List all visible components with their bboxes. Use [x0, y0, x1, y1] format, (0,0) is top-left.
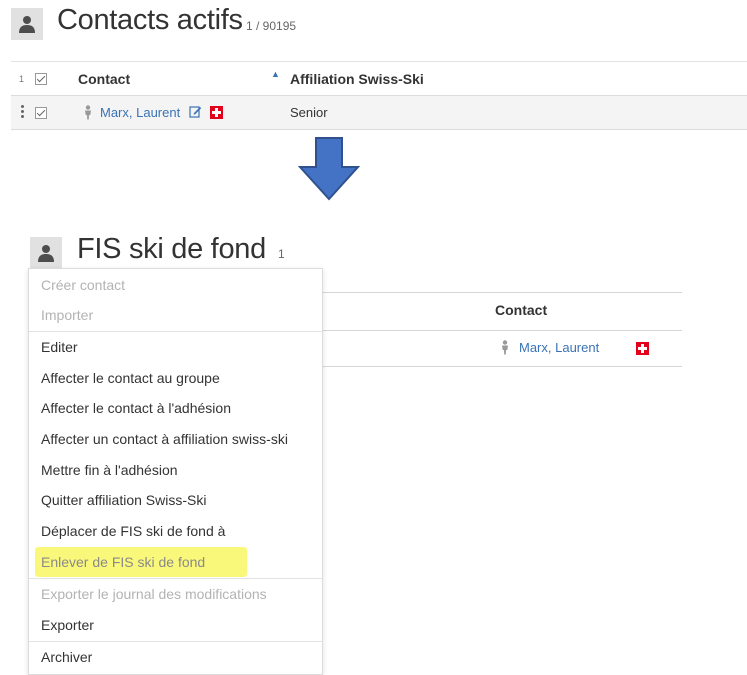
- person-icon: [502, 340, 508, 355]
- swiss-flag-icon: [636, 342, 649, 355]
- page-title: Contacts actifs: [57, 4, 243, 36]
- sort-asc-icon[interactable]: ▲: [271, 69, 280, 79]
- kebab-menu-icon[interactable]: [21, 105, 24, 120]
- page-title: FIS ski de fond: [77, 233, 266, 265]
- table-row[interactable]: Marx, Laurent Senior: [11, 96, 747, 130]
- menu-item-export[interactable]: Exporter: [29, 610, 322, 640]
- avatar: [30, 237, 62, 269]
- edit-icon[interactable]: [189, 105, 202, 118]
- menu-item-assign-membership[interactable]: Affecter le contact à l'adhésion: [29, 393, 322, 423]
- table-header-bottom-border: [322, 330, 682, 331]
- menu-item-assign-group[interactable]: Affecter le contact au groupe: [29, 363, 322, 393]
- affiliation-cell: Senior: [290, 105, 328, 120]
- user-silhouette-icon: [19, 16, 35, 33]
- avatar: [11, 8, 43, 40]
- selected-count: 1: [19, 74, 25, 84]
- record-count: 1: [278, 247, 285, 261]
- record-count: 1 / 90195: [246, 19, 297, 33]
- menu-item-move-group[interactable]: Déplacer de FIS ski de fond à: [29, 516, 322, 546]
- arrow-down-icon: [298, 137, 360, 201]
- contact-link[interactable]: Marx, Laurent: [100, 105, 180, 120]
- column-header-affiliation[interactable]: Affiliation Swiss-Ski: [290, 71, 424, 87]
- menu-item-import: Importer: [41, 307, 94, 323]
- menu-item-create-contact: Créer contact: [41, 277, 126, 293]
- context-menu: Créer contact Importer Editer Affecter l…: [28, 268, 323, 675]
- select-all-checkbox[interactable]: [35, 73, 47, 85]
- table-row-bottom-border: [322, 366, 682, 367]
- menu-item-assign-swiss-ski[interactable]: Affecter un contact à affiliation swiss-…: [29, 424, 322, 454]
- table-header-top-border: [322, 292, 682, 293]
- user-silhouette-icon: [38, 245, 54, 262]
- person-icon: [85, 105, 91, 120]
- contact-link[interactable]: Marx, Laurent: [519, 340, 599, 355]
- swiss-flag-icon: [210, 106, 223, 119]
- menu-item-edit[interactable]: Editer: [29, 332, 322, 362]
- menu-item-export-changelog: Exporter le journal des modifications: [41, 586, 267, 602]
- menu-item-leave-swiss-ski[interactable]: Quitter affiliation Swiss-Ski: [29, 485, 322, 515]
- column-header-contact[interactable]: Contact: [495, 302, 547, 318]
- row-checkbox[interactable]: [35, 107, 47, 119]
- menu-item-end-membership[interactable]: Mettre fin à l'adhésion: [29, 455, 322, 485]
- menu-item-remove-from-group[interactable]: Enlever de FIS ski de fond: [29, 547, 322, 577]
- column-header-contact[interactable]: Contact: [78, 71, 130, 87]
- grid-header: 1 Contact ▲ Affiliation Swiss-Ski: [11, 61, 747, 96]
- menu-item-archive[interactable]: Archiver: [29, 642, 322, 672]
